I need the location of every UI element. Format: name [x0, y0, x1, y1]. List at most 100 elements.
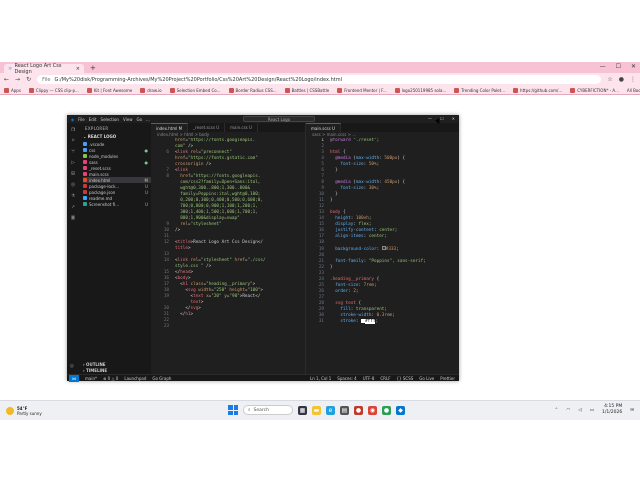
remote-icon[interactable]: ◎ [70, 182, 76, 188]
bookmark-item[interactable]: Trending Color Palet... [454, 87, 505, 93]
file-icon [83, 184, 87, 188]
reload-icon[interactable]: ↻ [26, 76, 31, 83]
bookmarks-bar: Apps Clippy — CSS clip-p... Kit | Font Awe… [0, 86, 640, 95]
search-icon[interactable]: ⌕ [70, 138, 76, 144]
explorer-icon[interactable]: ❐ [70, 127, 76, 133]
app-green-icon[interactable]: ● [382, 405, 391, 415]
editor-tab[interactable]: main.scss U [306, 123, 341, 132]
docker-icon[interactable]: ▣ [70, 215, 76, 221]
battery-icon[interactable]: ▭ [590, 408, 594, 413]
bookmark-item[interactable]: logo250119985 sola... [394, 87, 447, 93]
file-icon [83, 160, 87, 164]
task-view-icon[interactable]: ▦ [298, 405, 307, 415]
vscode-minimize-icon[interactable]: — [428, 116, 432, 121]
code-text: </head> [175, 270, 194, 275]
status-item[interactable]: Prettier [440, 376, 455, 381]
close-window-icon[interactable]: ✕ [631, 63, 636, 70]
tab-close-icon[interactable]: × [76, 66, 80, 72]
menu-item[interactable]: ... [146, 117, 150, 122]
new-tab-button[interactable]: + [90, 64, 96, 72]
extensions-icon[interactable]: ⊞ [70, 171, 76, 177]
menu-item[interactable]: Go [136, 117, 142, 122]
file-icon [83, 166, 87, 170]
status-item[interactable]: Ln 1, Col 1 [310, 376, 331, 381]
status-item[interactable]: Launchpad [124, 376, 146, 381]
code-text: text> [190, 300, 204, 305]
bookmark-item[interactable]: Frontend Mentor | F... [337, 87, 387, 93]
status-item[interactable]: CRLF [380, 376, 390, 381]
profile-icon[interactable]: ● [619, 76, 624, 83]
file-icon [83, 190, 87, 194]
vscode-close-icon[interactable]: ✕ [452, 116, 455, 121]
file-name: index.html [89, 177, 111, 183]
bookmark-item[interactable]: Battles | CSSBattle [284, 87, 329, 93]
star-icon[interactable]: ☆ [607, 76, 612, 83]
maximize-icon[interactable]: ☐ [616, 63, 621, 70]
bookmark-item[interactable]: Clippy — CSS clip-p... [28, 87, 79, 93]
status-item[interactable]: Go Graph [152, 376, 171, 381]
bookmark-label: logo250119985 sola... [401, 87, 447, 93]
chevron-up-icon[interactable]: ⌃ [555, 408, 559, 413]
status-item[interactable]: ⊗ 0 △ 0 [103, 376, 118, 381]
menu-item[interactable]: View [123, 117, 133, 122]
bookmark-item[interactable]: Border Radius CSS... [228, 87, 277, 93]
project-folder[interactable]: ⌄ REACT LOGO [79, 132, 151, 141]
run-debug-icon[interactable]: ▷ [70, 160, 76, 166]
right-editor-tabs: main.scss U [306, 123, 459, 132]
chrome-icon[interactable]: ◉ [368, 405, 377, 415]
notification-icon[interactable]: ✉ [630, 408, 634, 413]
bookmark-item[interactable]: Apps [4, 87, 21, 93]
edge-icon[interactable]: e [326, 405, 335, 415]
weather-widget[interactable]: 54°F Partly sunny [0, 406, 42, 416]
menu-icon[interactable]: ⋮ [630, 76, 636, 83]
wifi-icon[interactable]: ◠ [566, 408, 570, 413]
menu-item[interactable]: Edit [89, 117, 97, 122]
status-item[interactable]: Go Live [419, 376, 434, 381]
forward-icon[interactable]: → [15, 76, 20, 83]
taskbar-search[interactable]: ⌕ Search [243, 405, 293, 415]
test-icon[interactable]: ⚗ [70, 193, 76, 199]
left-editor[interactable]: index.html M _reset.scss U main.css U inde… [151, 123, 305, 374]
all-bookmarks[interactable]: All Bookmarks [627, 88, 640, 93]
url-field[interactable]: File G:/My%20disk/Programming-Archives/M… [37, 75, 602, 84]
html-code[interactable]: href="https://fonts.googleapis. com" /> 6 <… [151, 138, 305, 374]
file-name: sass [89, 159, 98, 165]
bookmark-item[interactable]: Kit | Font Awesome [86, 87, 132, 93]
start-icon[interactable] [228, 405, 238, 415]
bookmark-item[interactable]: https://github.com/... [513, 87, 562, 93]
remote-indicator-icon[interactable]: ⋈ [69, 374, 79, 382]
status-item[interactable]: Spaces: 4 [337, 376, 356, 381]
file-name: readme.md [89, 195, 113, 201]
live-share-icon[interactable]: ↗ [70, 204, 76, 210]
back-icon[interactable]: ← [4, 76, 9, 83]
code-text: @media (max-width: 450px) { [335, 180, 406, 185]
source-control-icon[interactable]: ⑂ [70, 149, 76, 155]
account-icon[interactable]: ☺ [70, 363, 74, 370]
volume-icon[interactable]: ◁ [578, 408, 581, 413]
file-item[interactable]: Screenshot fi... U [83, 201, 151, 207]
file-explorer-icon[interactable]: ▬ [312, 405, 321, 415]
file-status: U [145, 201, 148, 207]
app-red-icon[interactable]: ● [354, 405, 363, 415]
right-editor[interactable]: main.scss U sass > main.scss > ... 1 @for… [305, 123, 459, 374]
file-status: U [145, 189, 148, 195]
menu-item[interactable]: Selection [101, 117, 119, 122]
command-search[interactable]: React Logo [243, 116, 315, 122]
scss-code[interactable]: 1 @forward "./reset"; 2 3 html {4 @media (ma… [306, 138, 459, 374]
store-icon[interactable]: ▤ [340, 405, 349, 415]
bookmark-item[interactable]: CYBERFICTION* - A... [570, 87, 619, 93]
vscode-taskbar-icon[interactable]: ◆ [396, 405, 405, 415]
editor-tab[interactable]: index.html M [151, 123, 189, 132]
status-item[interactable]: {} SCSS [397, 376, 414, 381]
menu-item[interactable]: File [78, 117, 85, 122]
code-text: <title>React Logo Art Css Design</ [175, 240, 263, 245]
minimize-icon[interactable]: — [600, 63, 606, 70]
bookmark-item[interactable]: Selection Embed Co... [169, 87, 221, 93]
status-item[interactable]: main* [85, 376, 97, 381]
bookmark-item[interactable]: draw.io [140, 87, 162, 93]
clock[interactable]: 4:15 PM 1/1/2026 [602, 404, 622, 416]
editor-tab[interactable]: main.css U [225, 123, 258, 132]
status-item[interactable]: UTF-8 [363, 376, 375, 381]
editor-tab[interactable]: _reset.scss U [188, 123, 226, 132]
browser-tab[interactable]: ⚛ React Logo Art Css Design × [4, 63, 84, 75]
